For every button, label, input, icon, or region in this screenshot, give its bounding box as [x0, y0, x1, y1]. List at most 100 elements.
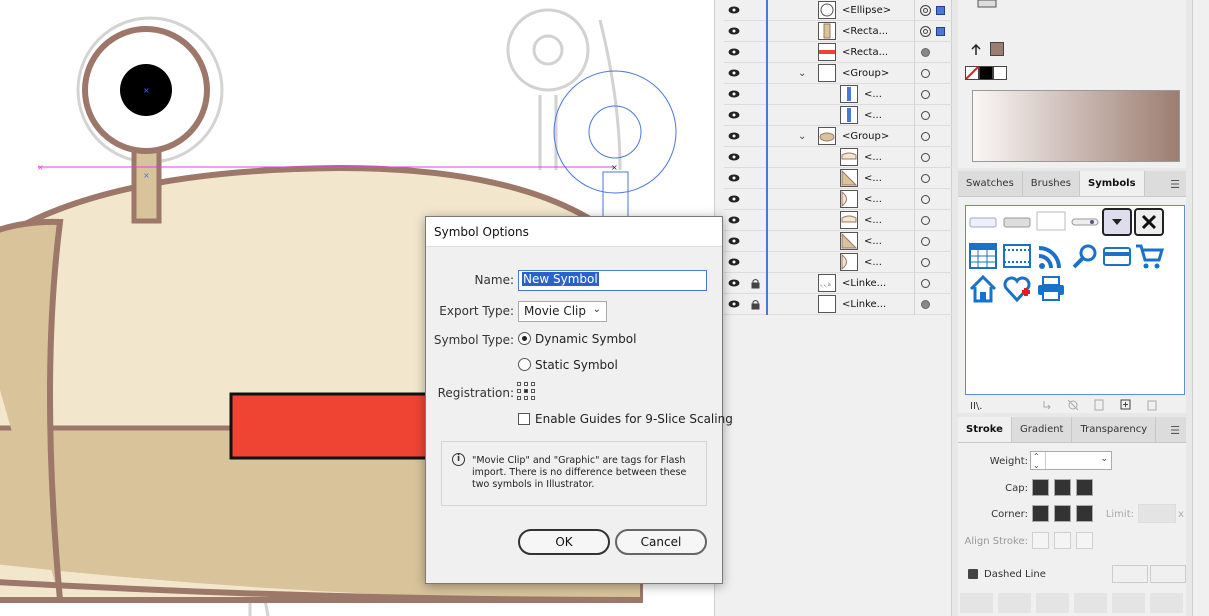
target-circle-icon[interactable]	[921, 90, 930, 99]
visibility-eye-icon[interactable]	[726, 252, 742, 272]
target-circle-icon[interactable]	[921, 132, 930, 141]
chevron-down-icon[interactable]: ⌄	[798, 131, 806, 142]
projecting-cap-button[interactable]	[1076, 479, 1093, 496]
align-outside-button[interactable]	[1076, 532, 1093, 549]
visibility-eye-icon[interactable]	[726, 189, 742, 209]
lock-toggle[interactable]	[748, 210, 762, 230]
target-circle-icon[interactable]	[921, 48, 930, 57]
cancel-button[interactable]: Cancel	[615, 529, 707, 555]
printer-icon[interactable]	[1036, 274, 1066, 304]
lock-toggle[interactable]	[748, 105, 762, 125]
target-circle-icon[interactable]	[920, 5, 931, 16]
card-icon[interactable]	[1102, 242, 1132, 272]
tab-transparency[interactable]: Transparency	[1072, 417, 1157, 442]
static-symbol-label[interactable]: Static Symbol	[535, 358, 618, 372]
layer-row[interactable]: <...	[724, 189, 952, 210]
symbol-name-input[interactable]: New Symbol	[518, 270, 707, 291]
layer-name[interactable]: <...	[864, 110, 882, 121]
layer-row[interactable]: ⌄ <Group>	[724, 63, 952, 84]
registration-point[interactable]	[517, 396, 521, 400]
lock-toggle[interactable]	[748, 0, 762, 20]
dialog-titlebar[interactable]: Symbol Options	[426, 217, 722, 247]
export-type-select[interactable]: Movie Clip ⌄	[518, 301, 607, 322]
button-flat-icon[interactable]	[968, 208, 998, 238]
target-circle-icon[interactable]	[921, 69, 930, 78]
calendar-icon[interactable]	[968, 242, 998, 272]
tab-brushes[interactable]: Brushes	[1023, 171, 1081, 196]
registration-point-grid[interactable]	[517, 382, 536, 401]
film-icon[interactable]	[1002, 242, 1032, 272]
target-circle-icon[interactable]	[921, 279, 930, 288]
lock-icon[interactable]	[748, 273, 762, 293]
tab-gradient[interactable]: Gradient	[1012, 417, 1073, 442]
visibility-eye-icon[interactable]	[726, 126, 742, 146]
layer-row[interactable]: <...	[724, 84, 952, 105]
static-symbol-radio[interactable]	[518, 358, 531, 371]
dynamic-symbol-label[interactable]: Dynamic Symbol	[535, 332, 636, 346]
registration-point[interactable]	[517, 382, 521, 386]
lock-toggle[interactable]	[748, 252, 762, 272]
nine-slice-checkbox[interactable]	[518, 413, 530, 425]
layer-name[interactable]: <Recta...	[842, 26, 888, 37]
layer-row[interactable]: <...	[724, 210, 952, 231]
visibility-eye-icon[interactable]	[726, 21, 742, 41]
layer-row[interactable]: ⌄ <Group>	[724, 126, 952, 147]
registration-point[interactable]	[531, 389, 535, 393]
layer-name[interactable]: <Linke...	[842, 299, 886, 310]
layer-row[interactable]: <...	[724, 147, 952, 168]
color-spectrum[interactable]	[972, 90, 1180, 162]
lock-toggle[interactable]	[748, 42, 762, 62]
lock-toggle[interactable]	[748, 126, 762, 146]
tab-stroke[interactable]: Stroke	[958, 417, 1012, 442]
visibility-eye-icon[interactable]	[726, 0, 742, 20]
target-circle-icon[interactable]	[921, 174, 930, 183]
tab-swatches[interactable]: Swatches	[958, 171, 1023, 196]
layer-row[interactable]: <...	[724, 231, 952, 252]
layer-name[interactable]: <...	[864, 89, 882, 100]
layer-row[interactable]: <...	[724, 168, 952, 189]
visibility-eye-icon[interactable]	[726, 105, 742, 125]
panel-menu-icon[interactable]: ☰	[1170, 424, 1180, 437]
layer-row[interactable]: <Recta...	[724, 42, 952, 63]
target-circle-icon[interactable]	[920, 26, 931, 37]
chevron-down-icon[interactable]: ⌄	[798, 68, 806, 79]
dash-preset-2[interactable]	[1150, 565, 1186, 583]
visibility-eye-icon[interactable]	[726, 231, 742, 251]
registration-point[interactable]	[517, 389, 521, 393]
visibility-eye-icon[interactable]	[726, 147, 742, 167]
symbols-footer-icons[interactable]: II\.	[970, 398, 1180, 412]
none-black-white-swatches[interactable]	[965, 66, 1009, 80]
layer-name[interactable]: <Group>	[842, 131, 889, 142]
bevel-join-button[interactable]	[1076, 505, 1093, 522]
registration-point[interactable]	[524, 382, 528, 386]
nine-slice-label[interactable]: Enable Guides for 9-Slice Scaling	[535, 412, 733, 426]
target-circle-icon[interactable]	[921, 258, 930, 267]
visibility-eye-icon[interactable]	[726, 42, 742, 62]
collapsed-panel-strip[interactable]	[1192, 0, 1209, 616]
target-circle-icon[interactable]	[921, 153, 930, 162]
layer-name[interactable]: <...	[864, 215, 882, 226]
layer-name[interactable]: <Linke...	[842, 278, 886, 289]
registration-point[interactable]	[531, 382, 535, 386]
fill-color-swatch[interactable]	[990, 42, 1004, 56]
layer-name[interactable]: <...	[864, 173, 882, 184]
button-gradient-icon[interactable]	[1002, 208, 1032, 238]
layer-row[interactable]: <Ellipse>	[724, 0, 952, 21]
lock-toggle[interactable]	[748, 63, 762, 83]
rss-icon[interactable]	[1036, 242, 1066, 272]
dash-preset-1[interactable]	[1112, 565, 1148, 583]
dynamic-symbol-radio[interactable]	[518, 332, 531, 345]
butt-cap-button[interactable]	[1032, 479, 1049, 496]
layer-row[interactable]: <...	[724, 252, 952, 273]
stepper-icon[interactable]: ⌃ ⌄	[1033, 452, 1040, 470]
ok-button[interactable]: OK	[518, 529, 610, 555]
layer-name[interactable]: <...	[864, 152, 882, 163]
lock-toggle[interactable]	[748, 168, 762, 188]
dash-gap-fields[interactable]	[960, 593, 1186, 613]
registration-point[interactable]	[531, 396, 535, 400]
close-x-icon[interactable]	[1134, 208, 1164, 238]
layer-row[interactable]: <...	[724, 105, 952, 126]
panel-menu-icon[interactable]: ☰	[1170, 178, 1180, 191]
visibility-eye-icon[interactable]	[726, 210, 742, 230]
visibility-eye-icon[interactable]	[726, 63, 742, 83]
